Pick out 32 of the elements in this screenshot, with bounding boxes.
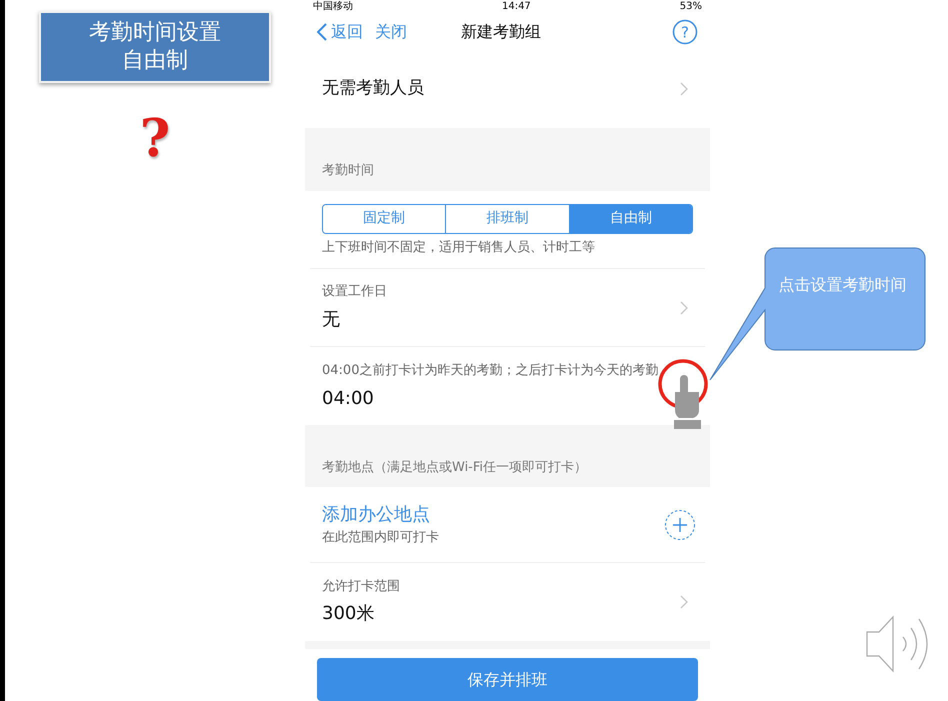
segment-tab[interactable]: 固定制	[323, 204, 446, 233]
add-icon[interactable]	[664, 508, 696, 541]
chevron-icon	[680, 595, 688, 610]
chevron-icon	[680, 300, 688, 315]
add-location-subtitle: 在此范围内即可打卡	[322, 529, 439, 548]
row-label: 04:00之前打卡计为昨天的考勤；之后打卡计为今天的考勤	[322, 362, 658, 380]
back-link[interactable]: 返回	[317, 20, 363, 44]
speaker-icon	[866, 615, 928, 673]
battery-percent: 53%	[680, 0, 702, 13]
carrier-name: 中国移动	[313, 0, 353, 13]
slide-title: 考勤时间设置 自由制	[39, 11, 271, 83]
back-chevron-icon	[317, 23, 327, 42]
row-value: 300米	[322, 602, 376, 626]
section-header: 考勤时间	[305, 128, 710, 191]
status-time: 14:47	[502, 0, 531, 13]
row-value: 04:00	[322, 386, 375, 411]
pointing-hand-icon	[674, 375, 701, 429]
nav-title: 新建考勤组	[461, 21, 542, 44]
description-text: 上下班时间不固定，适用于销售人员、计时工等	[322, 238, 596, 257]
save-button[interactable]: 保存并排班	[317, 658, 698, 701]
help-icon[interactable]: ?	[672, 19, 698, 46]
row-value: 无	[322, 308, 341, 332]
row-label: 无需考勤人员	[322, 77, 424, 100]
chevron-icon	[680, 82, 688, 96]
row-label: 设置工作日	[322, 283, 387, 302]
close-link[interactable]: 关闭	[375, 20, 407, 44]
callout-text: 点击设置考勤时间	[778, 274, 908, 296]
add-location-title: 添加办公地点	[322, 503, 431, 528]
row-label: 允许打卡范围	[322, 578, 400, 596]
question-mark: ?	[140, 113, 170, 165]
segment-tab[interactable]: 自由制	[570, 204, 692, 233]
section-header: 考勤地点（满足地点或Wi-Fi任一项即可打卡）	[305, 425, 710, 488]
